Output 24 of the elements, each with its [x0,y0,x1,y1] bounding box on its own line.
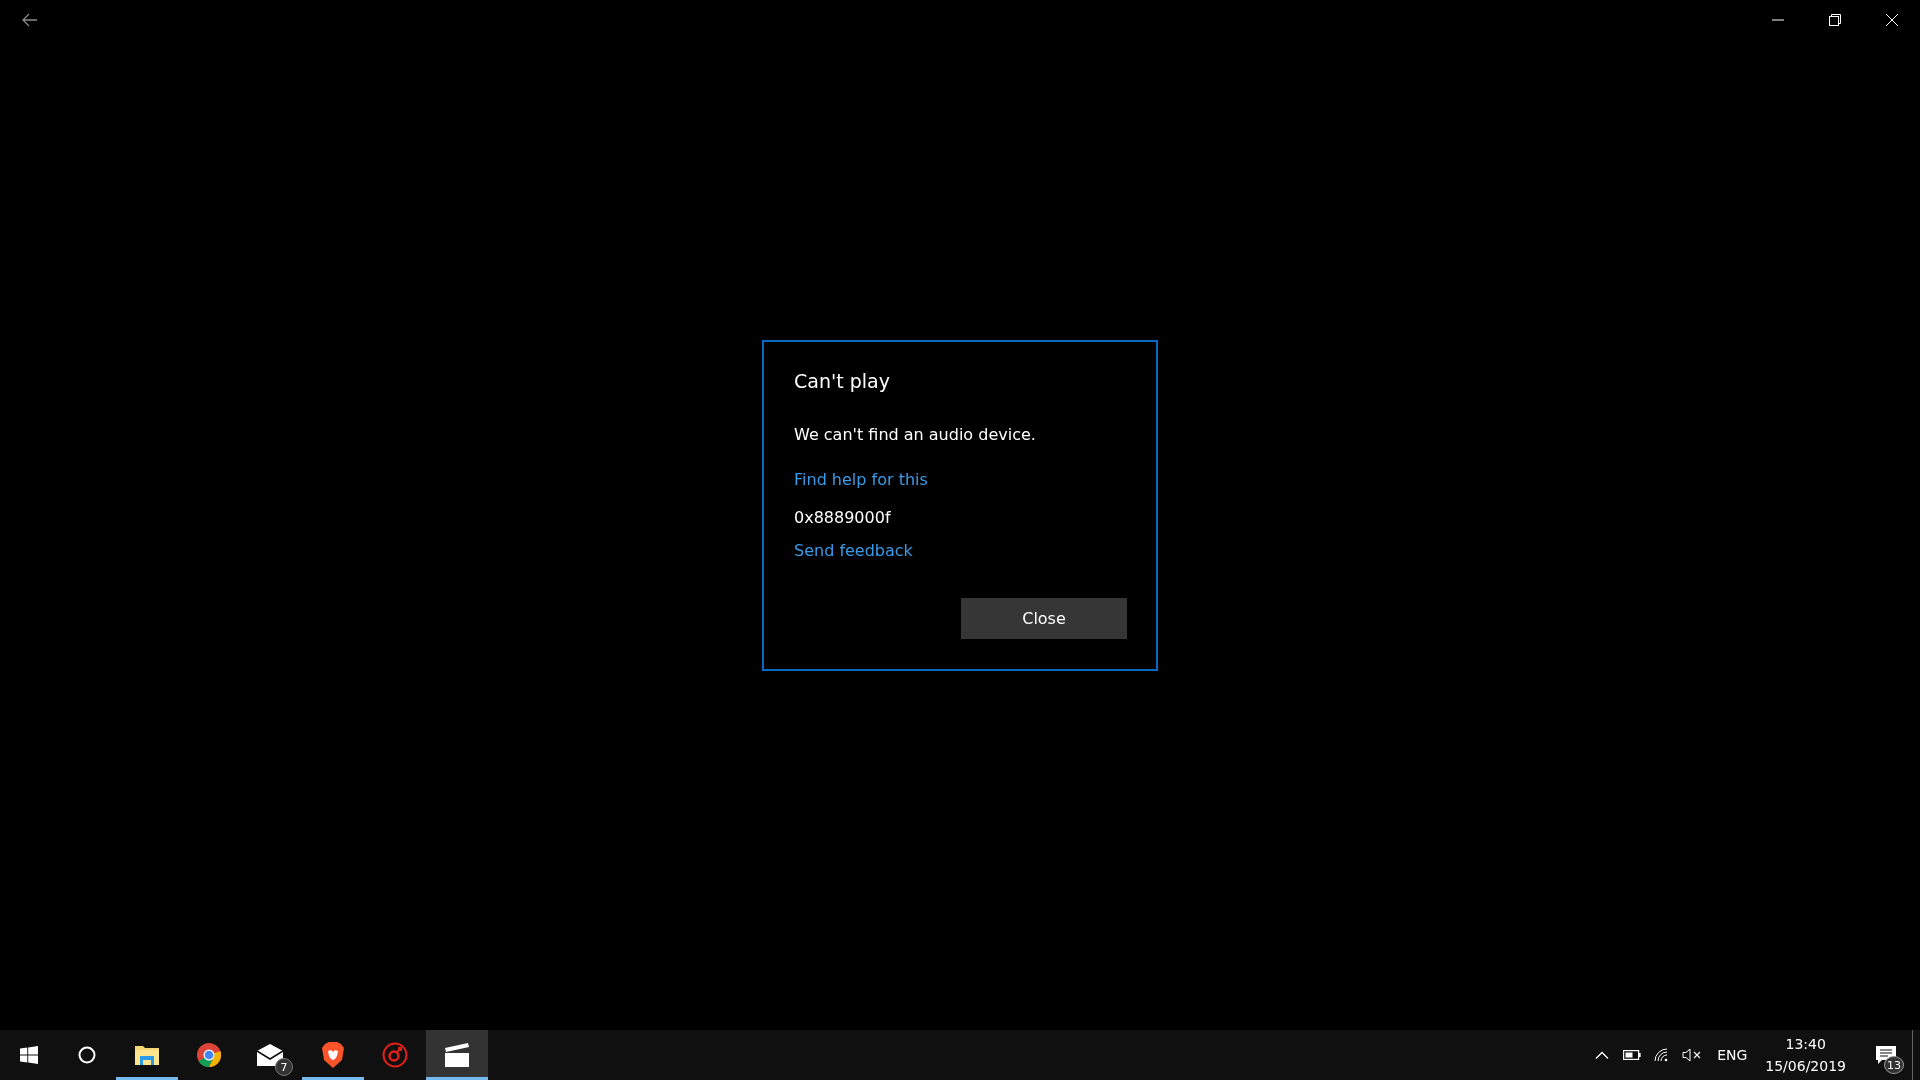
lion-shield-icon [322,1042,344,1068]
folder-icon [134,1044,160,1066]
search-icon [78,1046,96,1064]
dialog-title: Can't play [794,368,891,394]
taskbar-button[interactable] [426,1030,488,1080]
back-arrow-icon [22,13,38,27]
minimize-icon [1771,19,1784,21]
help-link[interactable]: Find help for this [794,468,928,491]
language-indicator[interactable]: ENG [1707,1030,1758,1080]
feedback-link[interactable]: Send feedback [794,539,913,562]
error-code: 0x8889000f [794,506,892,529]
action-center-button[interactable]: 13 [1860,1030,1912,1080]
close-button[interactable]: Close [961,597,1127,639]
browser-icon [196,1042,222,1068]
clapperboard-icon [444,1043,470,1067]
clock[interactable]: 13:40 15/06/2019 [1757,1030,1854,1080]
close-icon [1885,14,1898,26]
gauge-icon [382,1042,408,1068]
error-message: We can't find an audio device. [794,423,1037,446]
windows-logo-icon [20,1046,38,1064]
count-badge: 7 [275,1058,293,1076]
taskbar-button[interactable]: 7 [240,1030,302,1080]
restore-icon [1828,14,1841,26]
notification-count: 13 [1884,1056,1904,1074]
